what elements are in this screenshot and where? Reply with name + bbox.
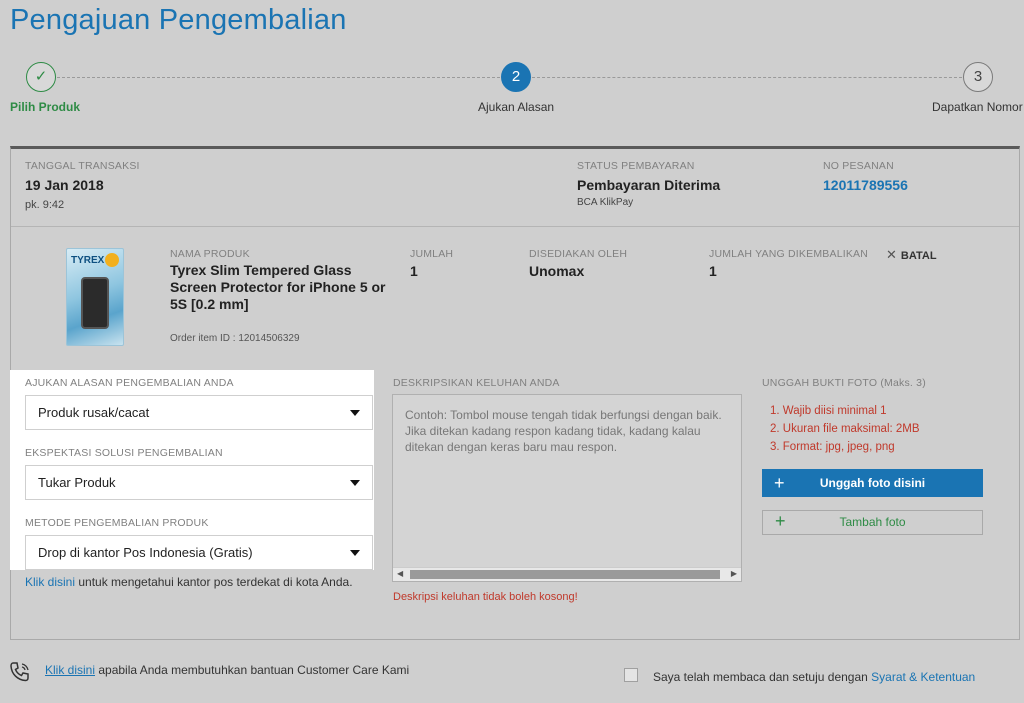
upload-photo-label: Unggah foto disini <box>819 476 926 490</box>
step-2-circle: 2 <box>501 62 531 92</box>
product-image-badge-icon <box>105 253 119 267</box>
post-office-info: Klik disini untuk mengetahui kantor pos … <box>25 573 355 591</box>
upload-requirements: 1. Wajib diisi minimal 1 2. Ukuran file … <box>770 402 920 456</box>
upload-requirement-2: 2. Ukuran file maksimal: 2MB <box>770 423 920 435</box>
method-select-value: Drop di kantor Pos Indonesia (Gratis) <box>38 545 253 560</box>
plus-icon: + <box>775 511 786 531</box>
agree-checkbox[interactable] <box>624 668 638 682</box>
product-image-brand: TYREX <box>71 255 105 266</box>
reason-label: AJUKAN ALASAN PENGEMBALIAN ANDA <box>25 377 234 389</box>
transaction-time: pk. 9:42 <box>25 199 65 211</box>
terms-link[interactable]: Syarat & Ketentuan <box>871 670 975 684</box>
step-1-label: Pilih Produk <box>10 100 81 114</box>
panel-divider <box>11 226 1019 227</box>
scroll-right-icon[interactable]: ▶ <box>731 569 737 578</box>
seller-value: Unomax <box>529 263 585 279</box>
return-qty-value: 1 <box>709 263 717 279</box>
description-scrollbar[interactable]: ◀ ▶ <box>393 567 741 581</box>
phone-icon <box>8 660 32 689</box>
upload-requirement-1: 1. Wajib diisi minimal 1 <box>770 405 887 417</box>
payment-status-label: STATUS PEMBAYARAN <box>577 160 695 172</box>
solution-label: EKSPEKTASI SOLUSI PENGEMBALIAN <box>25 447 223 459</box>
upload-requirement-3: 3. Format: jpg, jpeg, png <box>770 441 895 453</box>
upload-label: UNGGAH BUKTI FOTO (Maks. 3) <box>762 377 926 389</box>
agree-text-wrap: Saya telah membaca dan setuju dengan Sya… <box>653 670 975 684</box>
upload-photo-button[interactable]: + Unggah foto disini <box>762 469 983 497</box>
customer-care-link[interactable]: Klik disini <box>45 663 95 677</box>
qty-value: 1 <box>410 263 418 279</box>
reason-select-value: Produk rusak/cacat <box>38 405 150 420</box>
close-icon: ✕ <box>886 247 897 262</box>
scroll-left-icon[interactable]: ◀ <box>397 569 403 578</box>
reason-select[interactable]: Produk rusak/cacat <box>25 395 373 430</box>
return-qty-label: JUMLAH YANG DIKEMBALIKAN <box>709 248 869 260</box>
payment-method: BCA KlikPay <box>577 197 634 208</box>
post-office-text: untuk mengetahui kantor pos terdekat di … <box>75 575 353 589</box>
stepper-line-2 <box>532 77 962 78</box>
agree-text: Saya telah membaca dan setuju dengan <box>653 670 872 684</box>
product-name-label: NAMA PRODUK <box>170 248 250 260</box>
cancel-label: BATAL <box>900 250 937 262</box>
scrollbar-thumb[interactable] <box>410 570 720 579</box>
order-no-link[interactable]: 12011789556 <box>823 177 908 193</box>
description-label: DESKRIPSIKAN KELUHAN ANDA <box>393 377 560 389</box>
step-2-label: Ajukan Alasan <box>478 100 555 114</box>
solution-select-value: Tukar Produk <box>38 475 116 490</box>
description-placeholder: Contoh: Tombol mouse tengah tidak berfun… <box>405 408 722 454</box>
qty-label: JUMLAH <box>410 248 454 260</box>
transaction-date: 19 Jan 2018 <box>25 177 104 193</box>
cancel-button[interactable]: ✕ BATAL <box>886 247 937 263</box>
add-photo-label: Tambah foto <box>839 515 906 529</box>
post-office-link[interactable]: Klik disini <box>25 575 75 589</box>
description-textarea[interactable]: Contoh: Tombol mouse tengah tidak berfun… <box>392 394 742 582</box>
step-3-label: Dapatkan Nomor <box>932 100 1023 114</box>
transaction-date-label: TANGGAL TRANSAKSI <box>25 160 140 172</box>
order-no-label: NO PESANAN <box>823 160 894 172</box>
method-chevron-down-icon <box>350 550 360 556</box>
step-1-check-icon: ✓ <box>26 62 56 92</box>
page-title: Pengajuan Pengembalian <box>10 4 347 36</box>
add-photo-button[interactable]: + Tambah foto <box>762 510 983 535</box>
method-select[interactable]: Drop di kantor Pos Indonesia (Gratis) <box>25 535 373 570</box>
payment-status: Pembayaran Diterima <box>577 177 721 193</box>
description-error: Deskripsi keluhan tidak boleh kosong! <box>393 591 578 603</box>
plus-icon: + <box>774 473 785 493</box>
solution-select[interactable]: Tukar Produk <box>25 465 373 500</box>
order-item-id: Order item ID : 12014506329 <box>170 333 300 344</box>
stepper-line-1 <box>57 77 500 78</box>
customer-care-info: Klik disini apabila Anda membutuhkan ban… <box>45 663 409 677</box>
step-3-circle: 3 <box>963 62 993 92</box>
solution-chevron-down-icon <box>350 480 360 486</box>
reason-chevron-down-icon <box>350 410 360 416</box>
product-image-phone-icon <box>81 277 109 329</box>
customer-care-text: apabila Anda membutuhkan bantuan Custome… <box>95 663 410 677</box>
product-image: TYREX <box>66 248 124 346</box>
product-name: Tyrex Slim Tempered Glass Screen Protect… <box>170 262 386 312</box>
seller-label: DISEDIAKAN OLEH <box>529 248 628 260</box>
method-label: METODE PENGEMBALIAN PRODUK <box>25 517 209 529</box>
